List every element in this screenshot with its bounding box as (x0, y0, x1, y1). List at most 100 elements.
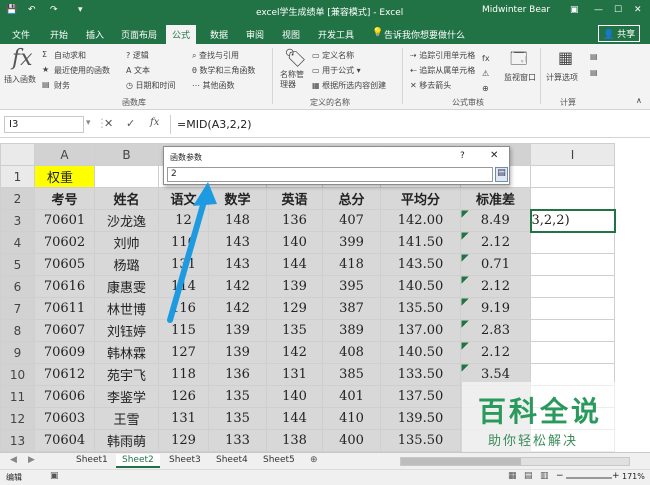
cell-E5[interactable]: 144 (266, 253, 323, 276)
cell-B9[interactable]: 韩林霖 (94, 341, 159, 364)
row-header[interactable]: 3 (0, 209, 35, 232)
cell-D11[interactable]: 135 (208, 385, 267, 408)
row-header[interactable]: 12 (0, 407, 35, 430)
cell-I7[interactable] (530, 297, 615, 320)
cell-F12[interactable]: 410 (322, 407, 381, 430)
cell-B1[interactable] (94, 165, 159, 188)
evaluate-formula-icon[interactable]: ⊕ (482, 84, 489, 93)
row-header[interactable]: 9 (0, 341, 35, 364)
cell-B12[interactable]: 王雪 (94, 407, 159, 430)
cell-G3[interactable]: 142.00 (380, 209, 461, 232)
redo-icon[interactable]: ↷ (50, 5, 58, 15)
cell-A11[interactable]: 70606 (34, 385, 95, 408)
cell-A6[interactable]: 70616 (34, 275, 95, 298)
cell-G13[interactable]: 135.50 (380, 429, 461, 452)
name-box-dropdown-icon[interactable]: ▾ (86, 118, 91, 128)
math-button[interactable]: θ 数学和三角函数 (192, 65, 255, 76)
zoom-in-icon[interactable]: + (612, 471, 620, 481)
trace-precedents-button[interactable]: ⇢ 追踪引用单元格 (410, 50, 475, 61)
menu-insert[interactable]: 插入 (86, 28, 104, 41)
financial-button[interactable]: 财务 (54, 80, 70, 91)
cell-F3[interactable]: 407 (322, 209, 381, 232)
cell-F6[interactable]: 395 (322, 275, 381, 298)
new-sheet-icon[interactable]: ⊕ (304, 454, 324, 468)
cell-E3[interactable]: 136 (266, 209, 323, 232)
cell-B7[interactable]: 林世博 (94, 297, 159, 320)
row-header[interactable]: 2 (0, 187, 35, 210)
menu-data[interactable]: 数据 (210, 28, 228, 41)
cell-B3[interactable]: 沙龙逸 (94, 209, 159, 232)
cell-B4[interactable]: 刘帅 (94, 231, 159, 254)
expand-dialog-icon[interactable]: ▤ (495, 167, 508, 182)
cell-H4[interactable]: 2.12 (460, 231, 531, 254)
cell-D12[interactable]: 135 (208, 407, 267, 430)
row-header[interactable]: 5 (0, 253, 35, 276)
fx-icon[interactable]: fx (12, 46, 33, 71)
cell-D10[interactable]: 136 (208, 363, 267, 386)
menu-file[interactable]: 文件 (12, 28, 30, 41)
error-checking-icon[interactable]: ⚠ (482, 69, 489, 78)
cell-F7[interactable]: 387 (322, 297, 381, 320)
cell-I2[interactable] (530, 187, 615, 210)
cell-A9[interactable]: 70609 (34, 341, 95, 364)
cell-F13[interactable]: 400 (322, 429, 381, 452)
logical-button[interactable]: ? 逻辑 (126, 50, 149, 61)
lookup-button[interactable]: ⌕ 查找与引用 (192, 50, 239, 61)
calc-options-icon[interactable]: ▦ (558, 48, 573, 67)
cell-E11[interactable]: 140 (266, 385, 323, 408)
more-functions-button[interactable]: ⋯ 其他函数 (192, 80, 235, 91)
zoom-out-icon[interactable]: − (556, 471, 564, 481)
formula-input[interactable]: =MID(A3,2,2) (170, 115, 646, 134)
cell-F5[interactable]: 418 (322, 253, 381, 276)
page-break-view-icon[interactable]: ▥ (540, 471, 549, 481)
calc-now-icon[interactable]: ▤ (590, 52, 598, 61)
cell-D13[interactable]: 133 (208, 429, 267, 452)
cancel-icon[interactable]: ✕ (104, 117, 113, 130)
cell-I5[interactable] (530, 253, 615, 276)
menu-home[interactable]: 开始 (50, 28, 68, 41)
scroll-right-icon[interactable]: ▶ (22, 454, 41, 468)
tell-me-search[interactable]: 告诉我你想要做什么 (384, 28, 465, 41)
name-manager-button[interactable]: 名称管理器 (280, 70, 306, 90)
cell-A4[interactable]: 70602 (34, 231, 95, 254)
cell-H7[interactable]: 9.19 (460, 297, 531, 320)
cell-E8[interactable]: 135 (266, 319, 323, 342)
trace-dependents-button[interactable]: ⇠ 追踪从属单元格 (410, 65, 475, 76)
cell-B5[interactable]: 杨璐 (94, 253, 159, 276)
cell-G5[interactable]: 143.50 (380, 253, 461, 276)
cell-G12[interactable]: 139.50 (380, 407, 461, 430)
cell-A7[interactable]: 70611 (34, 297, 95, 320)
cell-I4[interactable] (530, 231, 615, 254)
cell-A10[interactable]: 70612 (34, 363, 95, 386)
zoom-slider[interactable] (566, 477, 612, 479)
cell-I9[interactable] (530, 341, 615, 364)
recent-icon[interactable]: ★ (42, 65, 49, 74)
cell-E2[interactable]: 英语 (266, 187, 323, 210)
cell-F11[interactable]: 401 (322, 385, 381, 408)
cell-G2[interactable]: 平均分 (380, 187, 461, 210)
cell-A13[interactable]: 70604 (34, 429, 95, 452)
menu-view[interactable]: 视图 (282, 28, 300, 41)
enter-icon[interactable]: ✓ (126, 117, 135, 130)
row-header[interactable]: 6 (0, 275, 35, 298)
cell-H8[interactable]: 2.83 (460, 319, 531, 342)
undo-icon[interactable]: ↶ (28, 5, 36, 15)
row-header[interactable]: 4 (0, 231, 35, 254)
watch-window-icon[interactable]: 🗔 (510, 48, 527, 75)
cell-B11[interactable]: 李鉴学 (94, 385, 159, 408)
datetime-button[interactable]: ◷ 日期和时间 (126, 80, 176, 91)
menu-review[interactable]: 审阅 (246, 28, 264, 41)
cell-F10[interactable]: 385 (322, 363, 381, 386)
cell-I8[interactable] (530, 319, 615, 342)
cell-G6[interactable]: 140.50 (380, 275, 461, 298)
text-button[interactable]: A 文本 (126, 65, 150, 76)
user-name[interactable]: Midwinter Bear (482, 5, 550, 15)
cell-H6[interactable]: 2.12 (460, 275, 531, 298)
sheet-tab-1[interactable]: Sheet1 (70, 454, 114, 468)
column-header[interactable]: A (34, 143, 95, 166)
use-in-formula-button[interactable]: ▭ 用于公式 ▾ (312, 65, 361, 76)
cell-E13[interactable]: 138 (266, 429, 323, 452)
cell-H2[interactable]: 标准差 (460, 187, 531, 210)
cell-H9[interactable]: 2.12 (460, 341, 531, 364)
name-box[interactable]: I3 (4, 116, 84, 133)
